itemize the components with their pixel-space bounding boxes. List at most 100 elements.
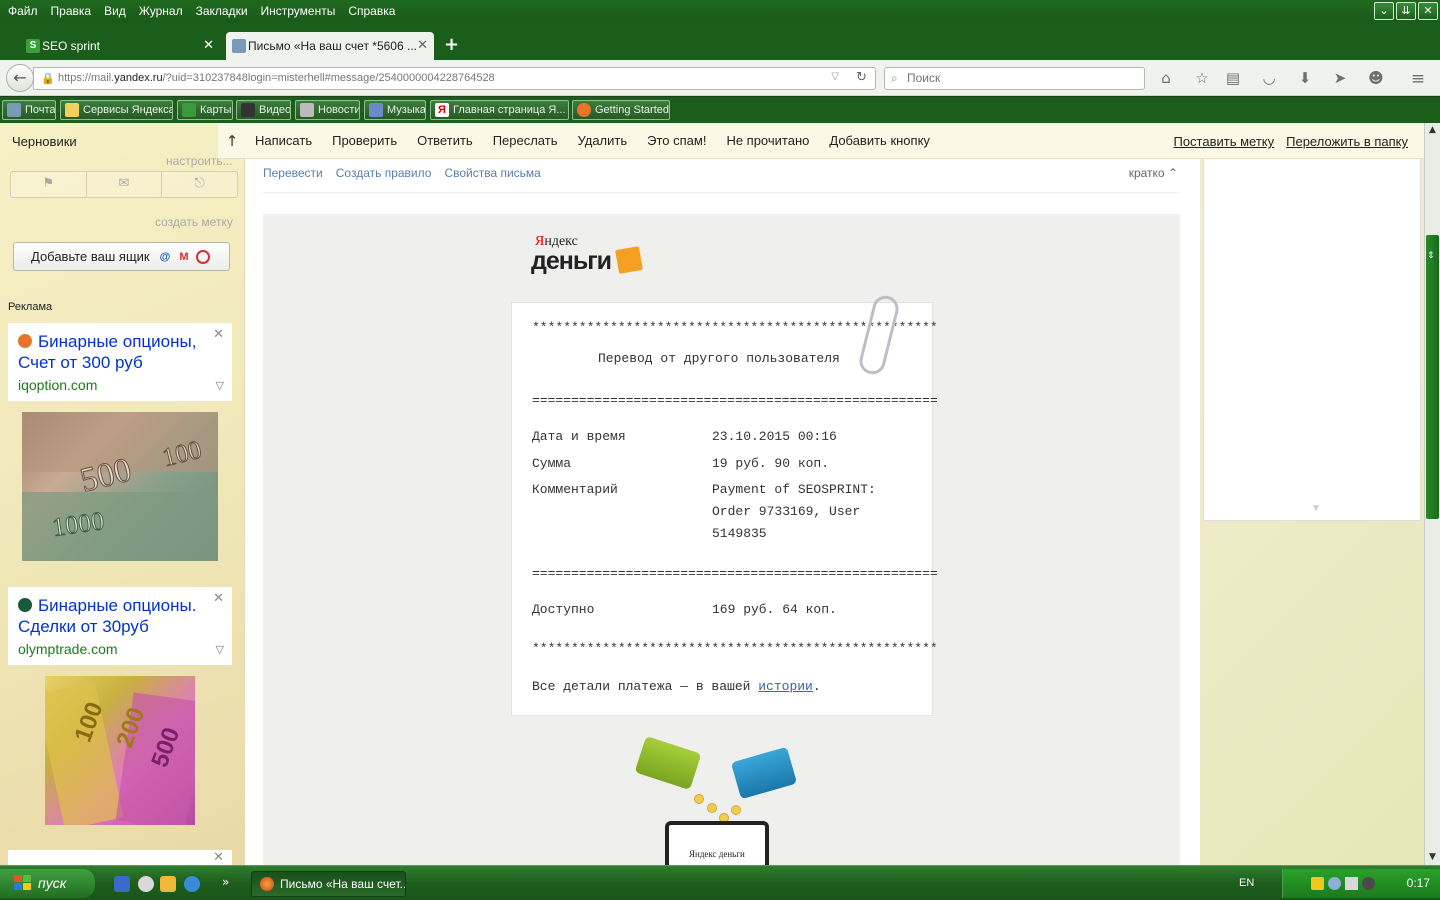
network-icon[interactable] (1328, 877, 1341, 890)
ads-label: Реклама (8, 301, 53, 313)
security-icon[interactable] (1311, 877, 1324, 890)
pocket-icon[interactable]: ◡ (1259, 69, 1279, 89)
language-indicator[interactable]: EN (1239, 877, 1254, 889)
close-tab-icon[interactable]: ✕ (417, 38, 428, 53)
reply-button[interactable]: Ответить (417, 133, 473, 148)
menu-bookmarks[interactable]: Закладки (196, 4, 248, 18)
chevron-down-icon[interactable]: ▽ (216, 379, 224, 392)
search-box[interactable]: ⌕ (884, 67, 1145, 90)
page-scrollbar[interactable]: ▲ ⇕ ▼ (1424, 123, 1440, 865)
create-rule-link[interactable]: Создать правило (336, 166, 432, 180)
ad-card[interactable]: Бинарные опционы. Сделки от 30руб olympt… (8, 587, 232, 665)
chevron-down-icon[interactable]: ▽ (216, 643, 224, 656)
bookmarks-bar: Почта Сервисы Яндекса Карты Видео Новост… (0, 97, 1440, 123)
start-button[interactable]: пуск (0, 869, 95, 898)
check-mail-button[interactable]: Проверить (332, 133, 397, 148)
chevron-down-icon[interactable]: ▼ (1311, 503, 1321, 514)
reading-list-icon[interactable]: ▤ (1223, 69, 1243, 89)
ad-card[interactable]: ✕ (8, 850, 232, 865)
attachment-filter-button[interactable]: ⎋ (162, 172, 237, 197)
tab-seo-sprint[interactable]: S SEO sprint ✕ (20, 32, 220, 60)
save-icon[interactable] (114, 876, 130, 892)
bookmark-music[interactable]: Музыка (364, 100, 426, 120)
receipt-value: 169 руб. 64 коп. (712, 602, 837, 617)
minimize-button[interactable]: ⌄ (1374, 2, 1394, 20)
hamburger-menu-icon[interactable]: ≡ (1408, 69, 1428, 89)
reload-icon[interactable]: ↻ (856, 70, 867, 85)
search-input[interactable] (907, 71, 1127, 85)
menu-history[interactable]: Журнал (139, 4, 183, 18)
home-icon[interactable]: ⌂ (1156, 69, 1176, 89)
bookmark-video[interactable]: Видео (236, 100, 291, 120)
scroll-down-icon[interactable]: ▼ (1425, 850, 1440, 865)
history-link[interactable]: истории (758, 679, 813, 694)
ad-card[interactable]: Бинарные опционы, Счет от 300 руб iqopti… (8, 323, 232, 401)
close-tab-icon[interactable]: ✕ (203, 38, 214, 53)
bookmark-yandex-services[interactable]: Сервисы Яндекса (60, 100, 173, 120)
scrollbar-thumb[interactable] (1426, 235, 1439, 519)
menu-file[interactable]: Файл (8, 4, 38, 18)
smiley-icon[interactable]: ☻ (1366, 69, 1386, 89)
create-label-link[interactable]: создать метку (155, 215, 233, 229)
taskbar-item-firefox[interactable]: Письмо «На ваш счет... (251, 871, 406, 897)
restore-button[interactable]: ⇊ (1396, 2, 1416, 20)
folder-drafts[interactable]: Черновики (12, 134, 77, 149)
mark-unread-button[interactable]: Не прочитано (726, 133, 809, 148)
ad-title[interactable]: Бинарные опционы, Счет от 300 руб (18, 331, 218, 373)
internet-explorer-icon[interactable] (184, 876, 200, 892)
move-to-folder-button[interactable]: Переложить в папку (1286, 134, 1408, 149)
banknotes-euros-image[interactable]: 100 200 500 (45, 676, 195, 825)
chevron-up-icon: ⌃ (1167, 166, 1178, 180)
ad-title[interactable]: Бинарные опционы. Сделки от 30руб (18, 595, 218, 637)
banknotes-rubles-image[interactable]: 500 100 1000 (22, 412, 218, 561)
download-icon[interactable]: ⬇ (1295, 69, 1315, 89)
message-area: Перевести Создать правило Свойства письм… (245, 159, 1200, 865)
menu-edit[interactable]: Правка (51, 4, 92, 18)
message-properties-link[interactable]: Свойства письма (444, 166, 540, 180)
back-button[interactable]: ← (6, 64, 34, 92)
bookmark-mail[interactable]: Почта (2, 100, 56, 120)
ad-domain[interactable]: iqoption.com (18, 377, 97, 393)
bookmark-news[interactable]: Новости (295, 100, 360, 120)
receipt-label: Дата и время (532, 429, 626, 444)
arrow-up-icon[interactable]: ↑ (221, 132, 243, 150)
media-player-icon[interactable] (138, 876, 154, 892)
web-page: Черновики настроить... ⚑ ✉ ⎋ создать мет… (0, 123, 1424, 865)
share-icon[interactable]: ➤ (1330, 69, 1350, 89)
chevron-right-icon[interactable]: » (222, 875, 229, 889)
spam-button[interactable]: Это спам! (647, 133, 706, 148)
menu-help[interactable]: Справка (348, 4, 395, 18)
flag-filter-button[interactable]: ⚑ (11, 172, 87, 197)
receipt-value: 5149835 (712, 526, 767, 541)
url-bar[interactable]: 🔒 https://mail.yandex.ru/?uid=310237848l… (33, 67, 876, 90)
unread-filter-button[interactable]: ✉ (87, 172, 163, 197)
shield-icon[interactable] (1362, 877, 1375, 890)
bookmark-maps[interactable]: Карты (177, 100, 233, 120)
add-button-button[interactable]: Добавить кнопку (829, 133, 930, 148)
bookmark-yandex-home[interactable]: Я Главная страница Я... (430, 100, 569, 120)
star-icon[interactable]: ☆ (1192, 69, 1212, 89)
set-label-button[interactable]: Поставить метку (1173, 134, 1274, 149)
message-actions: Перевести Создать правило Свойства письм… (263, 166, 541, 180)
close-window-button[interactable]: ✕ (1418, 2, 1438, 20)
tab-mail[interactable]: Письмо «На ваш счет *5606 ... ✕ (226, 32, 434, 60)
add-mailbox-button[interactable]: Добавьте ваш ящик @ M (13, 242, 230, 271)
menu-tools[interactable]: Инструменты (261, 4, 336, 18)
brief-toggle[interactable]: кратко ⌃ (1129, 166, 1178, 180)
folder-icon[interactable] (160, 876, 176, 892)
bookmark-getting-started[interactable]: Getting Started (572, 100, 670, 120)
forward-button[interactable]: Переслать (493, 133, 558, 148)
translate-link[interactable]: Перевести (263, 166, 323, 180)
scroll-up-icon[interactable]: ▲ (1425, 123, 1440, 138)
menu-view[interactable]: Вид (104, 4, 126, 18)
close-icon[interactable]: ✕ (213, 327, 224, 342)
history-dropdown-icon[interactable]: ▽ (831, 71, 839, 82)
firefox-icon (260, 877, 274, 891)
delete-button[interactable]: Удалить (577, 133, 627, 148)
ad-domain[interactable]: olymptrade.com (18, 641, 118, 657)
close-icon[interactable]: ✕ (213, 850, 224, 865)
compose-button[interactable]: Написать (255, 133, 312, 148)
volume-icon[interactable] (1345, 877, 1358, 890)
new-tab-button[interactable]: + (444, 34, 459, 55)
close-icon[interactable]: ✕ (213, 591, 224, 606)
